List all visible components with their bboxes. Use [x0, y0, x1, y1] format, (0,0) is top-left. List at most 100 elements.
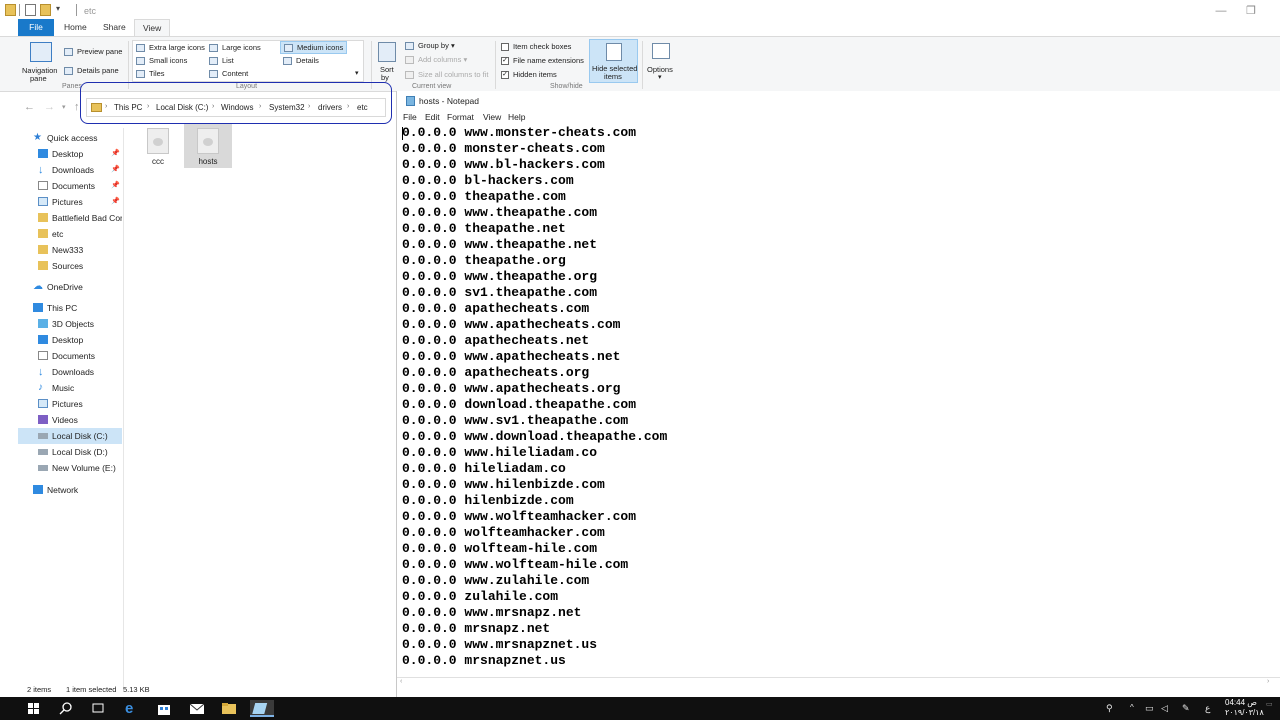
notification-icon[interactable]: ▭: [1266, 700, 1273, 708]
recent-locations-chevron-icon[interactable]: ▾: [62, 103, 66, 111]
mail-icon: [189, 703, 205, 714]
customize-qa-chevron-icon[interactable]: ▾: [56, 4, 66, 16]
preview-pane-button[interactable]: Preview pane: [64, 47, 123, 57]
sidebar-item-documents-pc[interactable]: Documents: [18, 348, 122, 364]
sidebar-item-music[interactable]: ♪ Music: [18, 380, 122, 396]
menu-help[interactable]: Help: [508, 112, 525, 122]
menu-format[interactable]: Format: [447, 112, 474, 122]
forward-arrow-icon[interactable]: →: [44, 101, 55, 113]
maximize-button[interactable]: ❐: [1236, 3, 1266, 19]
pin-icon[interactable]: 📌: [111, 194, 120, 210]
sidebar-item-new-volume-e[interactable]: New Volume (E:): [18, 460, 122, 476]
menu-view[interactable]: View: [483, 112, 501, 122]
edge-button[interactable]: e: [122, 700, 140, 717]
selection-status: 1 item selected: [66, 685, 117, 694]
sidebar-item-local-disk-d[interactable]: Local Disk (D:): [18, 444, 122, 460]
back-arrow-icon[interactable]: ←: [24, 101, 35, 113]
sidebar-item-downloads-pc[interactable]: ↓ Downloads: [18, 364, 122, 380]
sidebar-item-local-disk-c[interactable]: Local Disk (C:): [18, 428, 122, 444]
add-columns-button[interactable]: Add columns ▾: [405, 55, 467, 65]
tab-home[interactable]: Home: [56, 19, 95, 37]
sidebar-item-videos[interactable]: Videos: [18, 412, 122, 428]
scroll-right-icon[interactable]: ›: [1267, 678, 1269, 685]
file-explorer-button[interactable]: [220, 700, 238, 717]
content-label: Content: [222, 69, 249, 78]
notepad-text-area[interactable]: 0.0.0.0 www.monster-cheats.com 0.0.0.0 mo…: [402, 125, 1272, 685]
preview-pane-label: Preview pane: [77, 47, 123, 56]
sidebar-item-pictures[interactable]: Pictures 📌: [18, 194, 122, 210]
file-item-selected[interactable]: hosts: [184, 124, 232, 168]
sidebar-item-etc[interactable]: etc: [18, 226, 122, 242]
medium-icons-option[interactable]: Medium icons: [280, 41, 348, 55]
extra-large-icons-option[interactable]: Extra large icons: [136, 43, 205, 53]
properties-icon[interactable]: [25, 4, 36, 16]
text-line: 0.0.0.0 www.hilenbizde.com: [402, 477, 605, 492]
hide-selected-icon: [606, 43, 622, 61]
sidebar-item-downloads[interactable]: ↓ Downloads 📌: [18, 162, 122, 178]
sidebar-item-label: Desktop: [52, 335, 84, 345]
search-button[interactable]: [57, 700, 75, 717]
large-icons-option[interactable]: Large icons: [209, 43, 261, 53]
sidebar-item-desktop[interactable]: Desktop 📌: [18, 146, 122, 162]
sidebar-item-new333[interactable]: New333: [18, 242, 122, 258]
notepad-taskbar-button[interactable]: [250, 700, 274, 717]
sidebar-item-3d-objects[interactable]: 3D Objects: [18, 316, 122, 332]
size-all-columns-button[interactable]: Size all columns to fit: [405, 70, 488, 80]
list-option[interactable]: List: [209, 56, 234, 66]
minimize-button[interactable]: —: [1206, 3, 1236, 19]
pin-icon[interactable]: 📌: [111, 178, 120, 194]
sidebar-item-pictures-pc[interactable]: Pictures: [18, 396, 122, 412]
pin-icon[interactable]: 📌: [111, 146, 120, 162]
sidebar-item-onedrive[interactable]: ☁ OneDrive: [18, 279, 122, 295]
tray-chevron-icon[interactable]: ^: [1130, 703, 1134, 712]
pin-icon[interactable]: 📌: [111, 162, 120, 178]
pictures-icon: [38, 197, 48, 206]
file-name-extensions-checkbox[interactable]: ✓ File name extensions: [501, 56, 584, 66]
clock-time[interactable]: 04:44 ص: [1225, 698, 1257, 707]
sidebar-item-network[interactable]: Network: [18, 482, 122, 498]
item-check-boxes-checkbox[interactable]: Item check boxes: [501, 42, 571, 52]
small-icons-option[interactable]: Small icons: [136, 56, 188, 66]
sidebar-item-documents[interactable]: Documents 📌: [18, 178, 122, 194]
tiles-option[interactable]: Tiles: [136, 69, 165, 79]
notepad-icon: [406, 96, 415, 106]
layout-more-chevron-icon[interactable]: ▾: [355, 69, 359, 77]
hide-selected-items-button[interactable]: Hide selected items: [589, 39, 638, 83]
group-by-button[interactable]: Group by ▾: [405, 41, 455, 51]
network-tray-icon[interactable]: ▭: [1145, 703, 1154, 714]
sidebar-item-label: Downloads: [52, 367, 95, 377]
start-button[interactable]: [24, 700, 42, 717]
hidden-items-checkbox[interactable]: ✓ Hidden items: [501, 70, 557, 80]
sidebar-item-battlefield[interactable]: Battlefield Bad Com: [18, 210, 122, 226]
menu-file[interactable]: File: [403, 112, 417, 122]
sidebar-item-quick-access[interactable]: ★ Quick access: [18, 130, 122, 146]
volume-icon[interactable]: ◁: [1161, 703, 1168, 714]
sidebar-item-sources[interactable]: Sources: [18, 258, 122, 274]
details-option[interactable]: Details: [283, 56, 319, 66]
clock-date[interactable]: ٢٠١٩/٠٣/١٨: [1225, 708, 1264, 717]
content-option[interactable]: Content: [209, 69, 249, 79]
mail-button[interactable]: [188, 700, 206, 717]
details-pane-button[interactable]: Details pane: [64, 66, 119, 76]
documents-icon: [38, 181, 48, 190]
file-item[interactable]: ccc: [134, 124, 182, 168]
input-language-indicator[interactable]: ع: [1205, 703, 1210, 714]
small-icons-label: Small icons: [149, 56, 188, 65]
scroll-left-icon[interactable]: ‹: [400, 678, 402, 685]
horizontal-scrollbar[interactable]: ‹ ›: [397, 677, 1280, 687]
text-line: 0.0.0.0 download.theapathe.com: [402, 397, 637, 412]
tab-share[interactable]: Share: [95, 19, 134, 37]
navigation-pane-icon: [30, 42, 52, 62]
up-arrow-icon[interactable]: ↑: [74, 101, 80, 113]
options-chevron-icon[interactable]: ▾: [658, 73, 662, 81]
people-icon[interactable]: ⚲: [1106, 703, 1113, 714]
menu-edit[interactable]: Edit: [425, 112, 440, 122]
sidebar-item-this-pc[interactable]: This PC: [18, 300, 122, 316]
sidebar-item-desktop-pc[interactable]: Desktop: [18, 332, 122, 348]
new-folder-icon[interactable]: [40, 4, 51, 16]
tab-view[interactable]: View: [134, 19, 171, 37]
tab-file[interactable]: File: [18, 19, 54, 37]
store-button[interactable]: [155, 700, 173, 717]
task-view-button[interactable]: [89, 700, 107, 717]
pen-icon[interactable]: ✎: [1182, 703, 1190, 714]
